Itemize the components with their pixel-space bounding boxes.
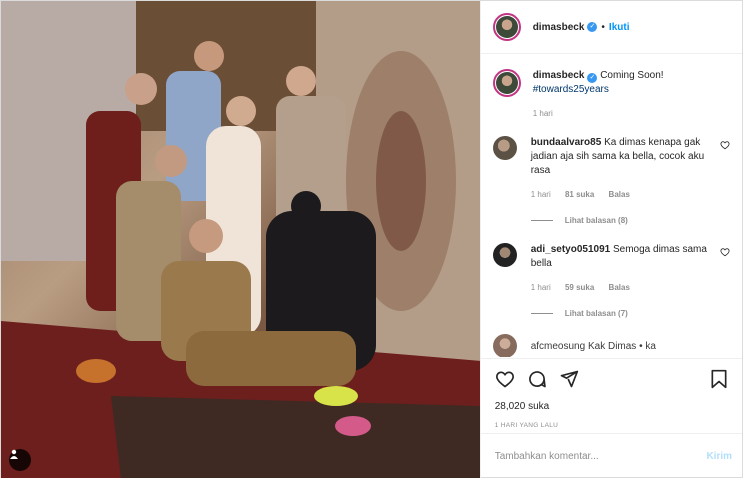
user-tag-button[interactable] [9, 449, 31, 471]
verified-icon: ✓ [587, 22, 598, 32]
bookmark-icon[interactable] [710, 369, 728, 392]
caption-text: Coming Soon! [600, 70, 664, 81]
comment-icon[interactable] [527, 369, 547, 392]
comments-list[interactable]: dimasbeck ✓ Coming Soon! #towards25years … [481, 55, 742, 357]
reply-button[interactable]: Balas [609, 190, 630, 199]
add-comment-bar: Kirim [480, 433, 742, 478]
heart-icon[interactable] [720, 247, 730, 260]
commenter-avatar[interactable] [492, 334, 517, 357]
comment-time[interactable]: 1 hari [531, 190, 551, 199]
post-photo[interactable] [1, 1, 480, 478]
post-caption: dimasbeck ✓ Coming Soon! #towards25years [492, 69, 730, 97]
follow-button[interactable]: Ikuti [609, 22, 630, 33]
caption-hashtag[interactable]: #towards25years [533, 83, 664, 97]
comment-time[interactable]: 1 hari [531, 283, 551, 292]
comment-item: adi_setyo051091 Semoga dimas sama bella … [492, 243, 730, 295]
caption-username[interactable]: dimasbeck [533, 70, 585, 81]
view-replies-label: Lihat balasan (8) [564, 216, 628, 225]
comment-username[interactable]: bundaalvaro85 [531, 137, 602, 148]
post-sidebar: dimasbeck ✓ • Ikuti dimasbeck ✓ Coming So… [479, 1, 742, 478]
photo-illustration [1, 1, 480, 478]
comment-username[interactable]: adi_setyo051091 [531, 244, 611, 255]
post-actions: 28,020 suka 1 HARI YANG LALU [480, 358, 742, 429]
caption-time[interactable]: 1 hari [533, 109, 730, 118]
view-replies-button[interactable]: Lihat balasan (8) [530, 216, 730, 225]
comment-item: bundaalvaro85 Ka dimas kenapa gak jadian… [492, 136, 730, 202]
post-timestamp[interactable]: 1 HARI YANG LALU [495, 422, 728, 429]
post-comment-button[interactable]: Kirim [706, 451, 732, 462]
view-replies-button[interactable]: Lihat balasan (7) [530, 309, 730, 318]
comment-likes[interactable]: 81 suka [565, 190, 594, 199]
like-count[interactable]: 28,020 suka [495, 401, 728, 412]
heart-icon[interactable] [495, 369, 515, 392]
comment-text: afcmeosung Kak Dimas • ka [530, 340, 656, 352]
post-username[interactable]: dimasbeck [533, 22, 585, 33]
separator-dot: • [601, 21, 605, 33]
comment-item: afcmeosung Kak Dimas • ka [492, 334, 730, 357]
post-dialog: dimasbeck ✓ • Ikuti dimasbeck ✓ Coming So… [0, 0, 743, 478]
caption-avatar[interactable] [492, 69, 521, 97]
commenter-avatar[interactable] [492, 136, 517, 160]
post-header: dimasbeck ✓ • Ikuti [480, 1, 742, 54]
heart-icon[interactable] [720, 140, 730, 153]
commenter-avatar[interactable] [492, 243, 517, 267]
comment-likes[interactable]: 59 suka [565, 283, 594, 292]
reply-button[interactable]: Balas [609, 283, 630, 292]
share-icon[interactable] [559, 369, 579, 392]
verified-icon: ✓ [587, 73, 598, 83]
view-replies-label: Lihat balasan (7) [564, 309, 628, 318]
comment-input[interactable] [494, 451, 707, 462]
avatar[interactable] [492, 13, 521, 41]
